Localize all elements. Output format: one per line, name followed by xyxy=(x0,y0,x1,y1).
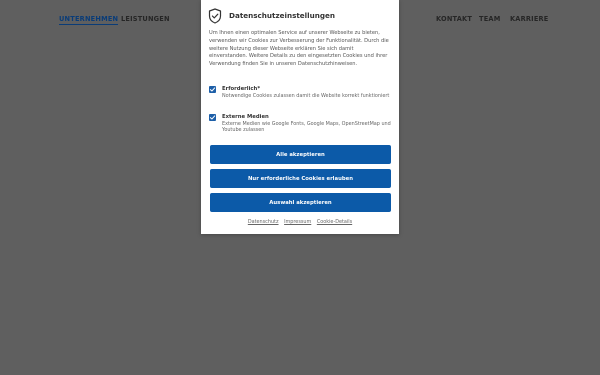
link-cookie-details[interactable]: Cookie-Details xyxy=(317,219,352,225)
dialog-intro-text: Um Ihnen einen optimalen Service auf uns… xyxy=(209,30,389,68)
dialog-footer-links: Datenschutz Impressum Cookie-Details xyxy=(201,219,399,225)
option-required-title: Erforderlich* xyxy=(222,86,261,92)
dialog-header: Datenschutzeinstellungen xyxy=(208,8,392,24)
accept-all-button[interactable]: Alle akzeptieren xyxy=(210,145,391,164)
accept-selection-button[interactable]: Auswahl akzeptieren xyxy=(210,193,391,212)
dialog-title: Datenschutzeinstellungen xyxy=(229,11,335,20)
option-external-media-description: Externe Medien wie Google Fonts, Google … xyxy=(222,121,391,134)
nav-item-leistungen[interactable]: LEISTUNGEN xyxy=(121,15,170,23)
nav-item-team[interactable]: TEAM xyxy=(479,15,500,23)
option-required-description: Notwendige Cookies zulassen damit die We… xyxy=(222,93,390,99)
shield-check-icon xyxy=(208,8,222,24)
option-external-media-title: Externe Medien xyxy=(222,114,269,120)
checkbox-external-media[interactable] xyxy=(209,114,216,121)
link-datenschutz[interactable]: Datenschutz xyxy=(248,219,279,225)
nav-item-kontakt[interactable]: KONTAKT xyxy=(436,15,472,23)
link-impressum[interactable]: Impressum xyxy=(284,219,311,225)
nav-item-karriere[interactable]: KARRIERE xyxy=(510,15,549,23)
necessary-only-button[interactable]: Nur erforderliche Cookies erlauben xyxy=(210,169,391,188)
checkbox-required[interactable] xyxy=(209,86,216,93)
cookie-consent-dialog: Datenschutzeinstellungen Um Ihnen einen … xyxy=(201,0,399,234)
nav-item-unternehmen[interactable]: UNTERNEHMEN xyxy=(59,15,119,25)
